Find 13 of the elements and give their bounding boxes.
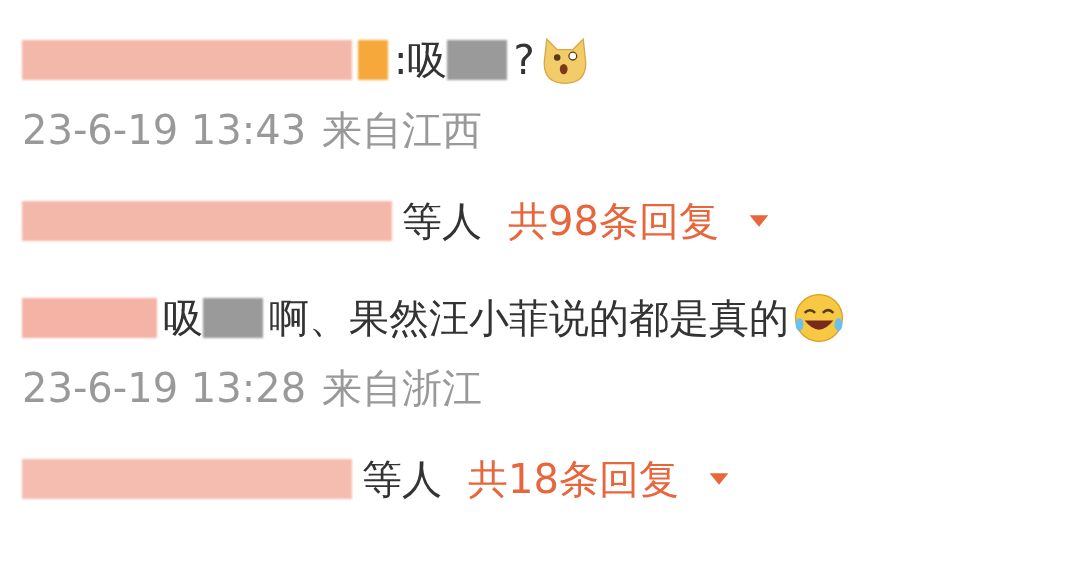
repliers-suffix: 等人: [402, 196, 482, 246]
comment-text: :吸: [394, 35, 448, 85]
reply-count-link[interactable]: 共18条回复: [468, 451, 679, 507]
comment-time: 23-6-19 13:43: [22, 107, 307, 153]
comment-text: ?: [513, 37, 535, 83]
comment-time: 23-6-19 13:28: [22, 365, 307, 411]
reply-count-link[interactable]: 共98条回复: [508, 193, 719, 249]
comment-location: 来自江西: [322, 105, 483, 155]
comment-location: 来自浙江: [322, 363, 483, 413]
comment-text: 啊、果然汪小菲说的都是真的: [269, 293, 789, 343]
repliers-suffix: 等人: [362, 454, 442, 504]
laughing-face-icon: [793, 292, 845, 344]
comment-text: 吸: [163, 293, 203, 343]
